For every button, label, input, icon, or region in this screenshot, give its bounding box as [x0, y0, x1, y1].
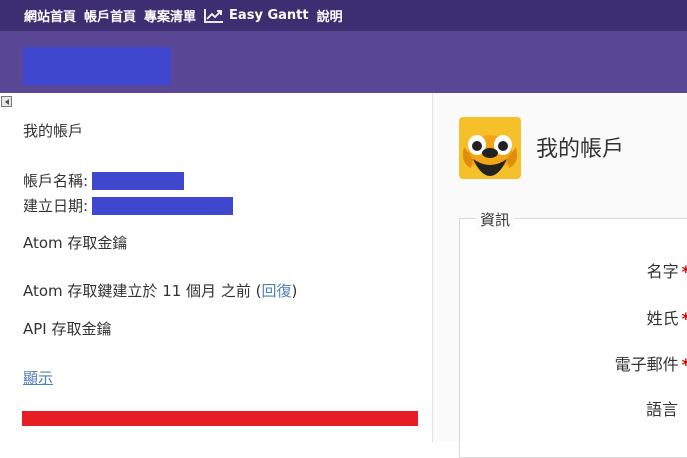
info-fieldset: 資訊 名字* 姓氏* 電子郵件* 語言	[459, 209, 687, 458]
header	[0, 31, 687, 93]
lastname-label: 姓氏*	[647, 305, 687, 329]
sidebar: 我的帳戶 帳戶名稱: 建立日期: Atom 存取金鑰 Atom 存取鍵建立於 1…	[0, 93, 433, 442]
lastname-label-text: 姓氏	[646, 309, 679, 328]
atom-reset-link[interactable]: 回復	[261, 282, 291, 300]
info-legend: 資訊	[476, 209, 515, 230]
language-label-text: 語言	[645, 400, 678, 419]
main-content: 我的帳戶 資訊 名字* 姓氏* 電子郵件* 語言	[433, 93, 687, 458]
top-menu-home[interactable]: 網站首頁	[24, 6, 76, 25]
atom-key-created-text: Atom 存取鍵建立於 11 個月 之前 (回復)	[23, 280, 297, 301]
top-menu-easy-gantt[interactable]: Easy Gantt	[204, 8, 309, 23]
redacted-created-date	[92, 196, 234, 215]
email-label-text: 電子郵件	[614, 355, 679, 374]
redacted-login	[92, 171, 185, 190]
api-key-show-link[interactable]: 顯示	[23, 367, 53, 388]
page-title: 我的帳戶	[536, 137, 625, 162]
language-label: 語言	[646, 396, 678, 420]
firstname-label: 名字*	[647, 258, 687, 282]
top-menu-bar: 網站首頁 帳戶首頁 專案清單 Easy Gantt 說明	[0, 0, 687, 31]
avatar	[459, 117, 521, 179]
api-key-heading: API 存取金鑰	[23, 320, 112, 338]
sidebar-toggle-button[interactable]	[1, 96, 12, 107]
atom-created-prefix: Atom 存取鍵建立於 11 個月 之前 (	[23, 282, 262, 300]
required-mark: *	[682, 309, 687, 328]
required-mark: *	[682, 262, 687, 281]
top-menu-help[interactable]: 說明	[317, 6, 343, 25]
collapse-arrow-icon	[4, 98, 9, 105]
created-label: 建立日期:	[23, 197, 89, 215]
avatar-dog-icon	[459, 117, 521, 179]
top-menu-projects[interactable]: 專案清單	[144, 6, 196, 25]
sidebar-title: 我的帳戶	[23, 122, 84, 140]
login-label: 帳戶名稱:	[23, 172, 89, 190]
sidebar-login-row: 帳戶名稱:	[23, 170, 185, 191]
atom-key-heading: Atom 存取金鑰	[23, 234, 128, 252]
redacted-red-bar	[22, 411, 418, 426]
required-mark: *	[682, 355, 687, 374]
top-menu-my-page[interactable]: 帳戶首頁	[84, 6, 136, 25]
top-menu-easy-gantt-label: Easy Gantt	[229, 8, 309, 23]
firstname-label-text: 名字	[646, 262, 679, 281]
atom-created-suffix: )	[291, 282, 298, 300]
email-label: 電子郵件*	[615, 351, 687, 375]
top-menu: 網站首頁 帳戶首頁 專案清單 Easy Gantt 說明	[24, 0, 343, 31]
sidebar-created-row: 建立日期:	[23, 195, 234, 216]
redacted-project-title	[23, 47, 171, 85]
chart-line-icon	[204, 9, 224, 23]
